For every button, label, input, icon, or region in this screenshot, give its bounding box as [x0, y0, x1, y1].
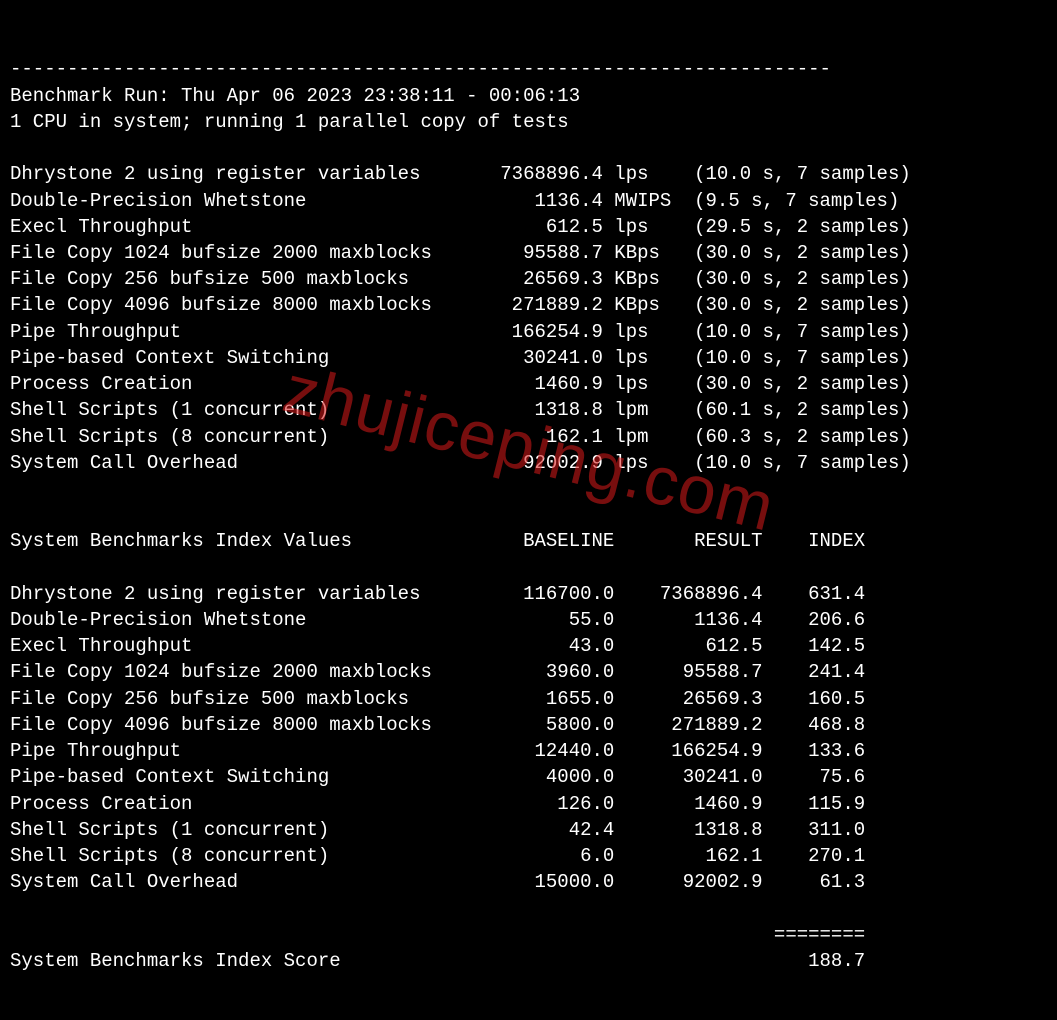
index-row: File Copy 1024 bufsize 2000 maxblocks 39… — [10, 661, 865, 683]
test-result-row: Shell Scripts (1 concurrent) 1318.8 lpm … — [10, 399, 911, 421]
blank-line — [10, 137, 21, 159]
test-result-row: Double-Precision Whetstone 1136.4 MWIPS … — [10, 190, 899, 212]
benchmark-run-line: Benchmark Run: Thu Apr 06 2023 23:38:11 … — [10, 85, 580, 107]
index-row: Shell Scripts (1 concurrent) 42.4 1318.8… — [10, 819, 865, 841]
index-row: Double-Precision Whetstone 55.0 1136.4 2… — [10, 609, 865, 631]
test-result-row: File Copy 1024 bufsize 2000 maxblocks 95… — [10, 242, 911, 264]
test-result-row: File Copy 256 bufsize 500 maxblocks 2656… — [10, 268, 911, 290]
test-result-row: Execl Throughput 612.5 lps (29.5 s, 2 sa… — [10, 216, 911, 238]
test-result-row: System Call Overhead 92002.9 lps (10.0 s… — [10, 452, 911, 474]
blank-line — [10, 504, 21, 526]
index-row: Pipe Throughput 12440.0 166254.9 133.6 — [10, 740, 865, 762]
index-row: Shell Scripts (8 concurrent) 6.0 162.1 2… — [10, 845, 865, 867]
cpu-info-line: 1 CPU in system; running 1 parallel copy… — [10, 111, 569, 133]
index-row: Pipe-based Context Switching 4000.0 3024… — [10, 766, 865, 788]
divider-line: ----------------------------------------… — [10, 58, 831, 80]
index-row: System Call Overhead 15000.0 92002.9 61.… — [10, 871, 865, 893]
test-result-row: Shell Scripts (8 concurrent) 162.1 lpm (… — [10, 426, 911, 448]
index-header-row: System Benchmarks Index Values BASELINE … — [10, 528, 1047, 554]
index-row: Process Creation 126.0 1460.9 115.9 — [10, 793, 865, 815]
test-result-row: Dhrystone 2 using register variables 736… — [10, 163, 911, 185]
score-line: System Benchmarks Index Score 188.7 — [10, 948, 1047, 974]
test-result-row: Pipe-based Context Switching 30241.0 lps… — [10, 347, 911, 369]
test-result-row: Process Creation 1460.9 lps (30.0 s, 2 s… — [10, 373, 911, 395]
index-row: Dhrystone 2 using register variables 116… — [10, 583, 865, 605]
test-result-row: Pipe Throughput 166254.9 lps (10.0 s, 7 … — [10, 321, 911, 343]
benchmark-tests-block: Dhrystone 2 using register variables 736… — [10, 161, 1047, 476]
test-result-row: File Copy 4096 bufsize 8000 maxblocks 27… — [10, 294, 911, 316]
score-divider: ======== — [10, 924, 865, 946]
index-row: File Copy 256 bufsize 500 maxblocks 1655… — [10, 688, 865, 710]
terminal-output: zhujiceping.com ------------------------… — [0, 0, 1057, 1020]
index-row: Execl Throughput 43.0 612.5 142.5 — [10, 635, 865, 657]
index-values-block: Dhrystone 2 using register variables 116… — [10, 581, 1047, 896]
index-row: File Copy 4096 bufsize 8000 maxblocks 58… — [10, 714, 865, 736]
